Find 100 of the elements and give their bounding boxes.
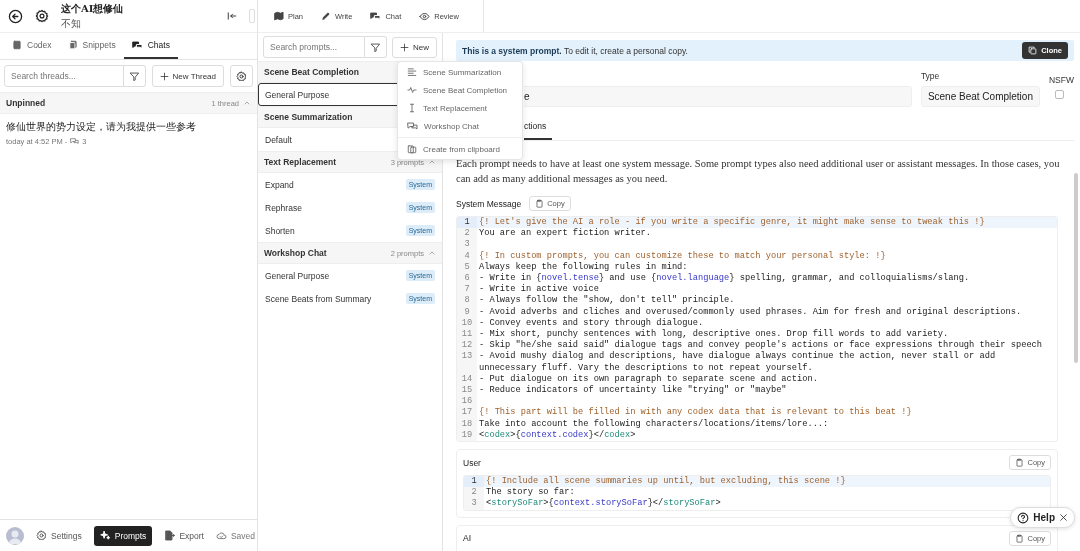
footer-button[interactable]: Prompts [93,525,153,546]
type-label: Type [920,71,941,81]
type-field[interactable]: Scene Beat Completion [920,86,1040,107]
sparkle-icon [99,530,111,541]
copy-icon [1028,46,1038,55]
chat-bubbles-icon [370,10,382,22]
code-line: - Write in active voice [478,284,600,295]
chevron-up-icon [243,99,251,107]
sidebar-tab[interactable]: Chats [123,33,178,59]
line-number: 2 [464,487,484,499]
settings-button[interactable] [230,65,253,87]
line-number: 3 [457,239,477,251]
cloud-icon [215,530,227,541]
code-line: - Avoid mushy dialog and descriptions, have dialogue always continue the action, never stall or add unnecessary fluff. Vary the descriptions to not repeat yourself. [478,351,997,374]
group-title: Unpinned [6,98,46,108]
group-title: Workshop Chat [264,248,327,258]
line-number: 6 [457,273,477,285]
new-button[interactable]: New [392,36,437,58]
code-line: You are an expert fiction writer. [478,228,653,240]
group-title: Scene Summarization [264,112,353,122]
line-number: 7 [457,284,477,296]
code-line: {! In custom prompts, you can customize these to match your personal style: !} [478,250,887,262]
save-status: Saved [230,530,256,541]
clipboard-icon [1015,533,1025,543]
menu-item[interactable]: Workshop Chat [398,117,522,135]
search-field[interactable]: Search threads... [4,65,124,87]
nsfw-checkbox[interactable] [1054,90,1064,99]
clipboard-icon [535,199,545,208]
clipboard-icon [1015,458,1025,468]
code-line: {! This part will be filled in with any codex data that is relevant to this beat !} [478,407,913,419]
message-label: AI [463,533,472,544]
code-line: {! Let's give the AI a role - if you write a specific genre, it might make sense to tweak this !} [478,217,986,228]
documents-icon [67,40,78,50]
sidebar-tab[interactable]: Codex [4,33,60,59]
filter-icon [128,70,140,82]
settings-icon [36,530,47,541]
line-number: 4 [457,250,477,262]
footer-button[interactable]: Export [158,525,210,546]
name-field[interactable]: e [524,86,912,107]
line-number: 1 [464,476,484,488]
filter-icon [370,41,381,53]
code-line: <storySoFar>{context.storySoFar}</storySoFar> [485,498,722,510]
project-author: 不知 [61,16,82,31]
new-thread-button[interactable]: New Thread [151,65,224,87]
thread-title[interactable]: 修仙世界的势力设定，请为我提供一些参考 [6,120,251,134]
menu-item[interactable]: Scene Summarization [398,63,522,81]
project-title: 这个AI想修仙 [61,1,124,16]
code-line: Take into account the following characters/locations/items/lore...: [478,418,830,430]
code-line: - Always follow the "show, don't tell" principle. [478,295,736,307]
line-number: 11 [457,329,477,341]
chat-bubbles-icon [407,120,418,132]
resize-handle[interactable] [249,9,255,23]
avatar[interactable] [6,526,24,545]
search-field[interactable]: Search prompts... [263,36,365,58]
code-line: The story so far: [485,487,576,498]
line-number: 2 [457,228,477,240]
menu-item[interactable]: Create from clipboard [398,140,522,158]
code-line: - Mix short, punchy sentences with long, descriptive ones. Drop fill words to add variety. [478,329,950,340]
line-number: 12 [457,340,477,352]
line-number: 3 [464,498,484,510]
line-number: 16 [457,396,477,408]
code-line: - Write in {novel.tense} and use {novel.language} spelling, grammar, and colloquialisms/slang. [478,273,971,284]
group-title: Scene Beat Completion [264,67,359,77]
pulse-icon [407,85,417,95]
line-number: 17 [457,407,477,419]
settings-icon [236,70,247,82]
filter-button[interactable] [365,36,387,58]
pencil-icon [321,11,331,21]
plus-icon [159,71,169,81]
line-number: 1 [457,217,477,229]
line-number: 15 [457,385,477,397]
back-icon [8,8,23,24]
code-line: - Reduce indicators of uncertainty like "trying" or "maybe" [478,385,788,397]
chat-bubbles-icon [131,39,143,51]
code-line: - Convey events and story through dialogue. [478,317,705,329]
code-editor[interactable]: 1 {! Include all scene summaries up until, but excluding, this scene !} 2 The story so far: 3 <storySoFar>{context.storySoFar}</storySoFar> [463,475,1051,511]
help-button[interactable]: Help [1010,507,1075,528]
footer-button[interactable]: Settings [30,525,88,546]
code-line: - Avoid adverbs and cliches and overused/commonly used phrases. Aim for fresh and original descriptions. [478,306,1023,318]
sidebar-tab[interactable]: Snippets [59,33,124,59]
plus-icon [400,42,409,52]
nsfw-label: NSFW [1048,75,1074,85]
scrollbar-thumb[interactable] [1074,173,1078,363]
code-editor[interactable] [456,216,1058,443]
close-icon [1059,513,1068,522]
settings-icon [35,9,49,23]
chevron-up-icon [428,158,436,166]
collapse-icon [227,11,237,21]
line-number: 8 [457,295,477,307]
eye-icon [419,10,431,22]
code-line: <codex>{context.codex}</codex> [478,429,637,442]
code-line: Always keep the following rules in mind: [478,261,689,273]
line-number: 18 [457,418,477,430]
chevron-up-icon [428,249,436,257]
group-title: Text Replacement [264,157,337,167]
filter-button[interactable] [123,65,146,87]
map-icon [274,11,284,21]
code-line: - Put dialogue on its own paragraph to separate scene and action. [478,373,819,385]
banner-text: This is a system prompt. To edit it, create a personal copy. [462,45,688,56]
export-icon [164,530,176,541]
